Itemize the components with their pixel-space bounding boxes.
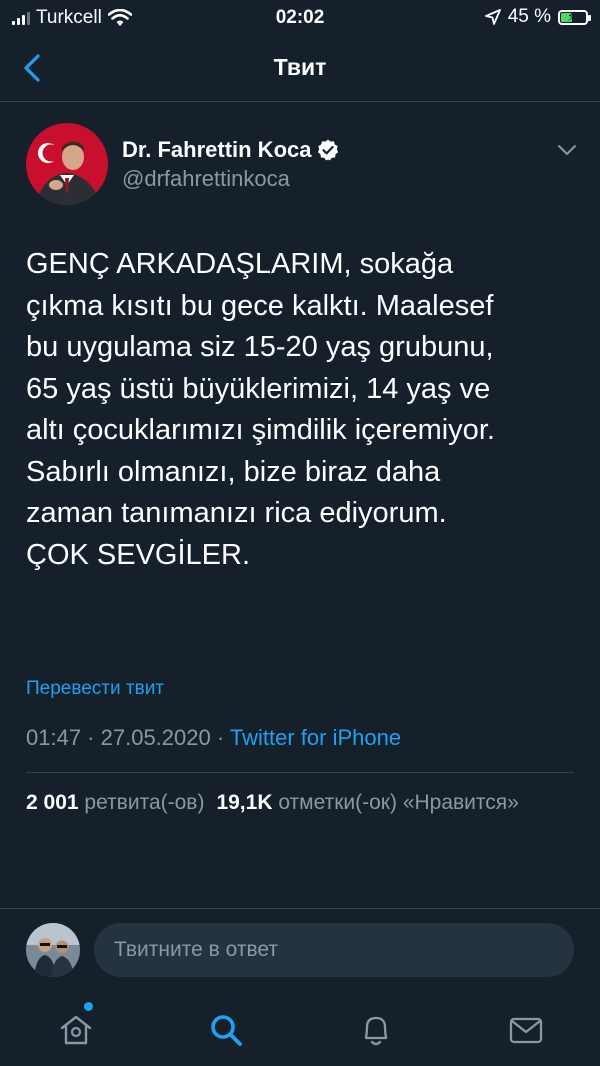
home-notification-dot [84,1002,93,1011]
page-title: Твит [273,54,327,80]
retweets-label: ретвита(-ов) [84,791,205,814]
retweets-count: 2 001 [26,791,79,814]
tweet-detail-screen: Turkcell 02:02 45 % ⚡ Твит Dr. Fahrettin… [0,0,600,1066]
tab-messages[interactable] [506,1010,546,1050]
user-avatar[interactable] [26,923,80,977]
tweet-time: 01:47 [26,725,82,750]
tweet-stats: 2 001 ретвита(-ов) 19,1K отметки(-ок) «Нр… [26,791,600,815]
battery-percent: 45 % [507,6,551,27]
tab-notifications[interactable] [356,1010,396,1050]
tab-home[interactable] [56,1010,96,1050]
author-avatar[interactable] [26,123,108,205]
charging-bolt-icon: ⚡ [567,8,577,24]
more-options-button[interactable] [552,138,582,162]
location-arrow-icon [484,9,501,25]
tab-bar [0,988,600,1066]
likes-label: отметки(-ок) «Нравится» [278,791,519,814]
tab-search[interactable] [206,1010,246,1050]
divider [26,772,574,773]
status-right: 45 % ⚡ [484,6,591,28]
tweet-date: 27.05.2020 [100,725,211,750]
reply-input[interactable] [94,923,574,977]
verified-badge-icon [318,139,339,161]
notifications-icon [364,1016,388,1046]
tweet-source-link[interactable]: Twitter for iPhone [230,725,401,750]
nav-header: Твит [0,34,600,102]
tweet-meta: 01:47 · 27.05.2020 · Twitter for iPhone [26,725,401,751]
author-handle[interactable]: @drfahrettinkoca [122,166,290,192]
home-icon [60,1015,92,1045]
author-name-text: Dr. Fahrettin Koca [122,137,312,162]
meta-separator: · [81,725,101,750]
translate-tweet-link[interactable]: Перевести твит [26,678,164,700]
messages-icon [509,1017,543,1044]
tweet-text: GENÇ ARKADAŞLARIM, sokağa çıkma kısıtı b… [26,248,495,571]
retweets-stat[interactable]: 2 001 ретвита(-ов) [26,791,204,814]
reply-bar [0,908,600,988]
search-icon [211,1015,242,1046]
likes-stat[interactable]: 19,1K отметки(-ок) «Нравится» [216,791,518,814]
chevron-down-icon [558,145,576,155]
author-name[interactable]: Dr. Fahrettin Koca [122,137,339,163]
likes-count: 19,1K [216,791,273,814]
status-bar: Turkcell 02:02 45 % ⚡ [0,0,600,34]
battery-icon: ⚡ [558,8,591,25]
meta-separator: · [210,725,230,750]
